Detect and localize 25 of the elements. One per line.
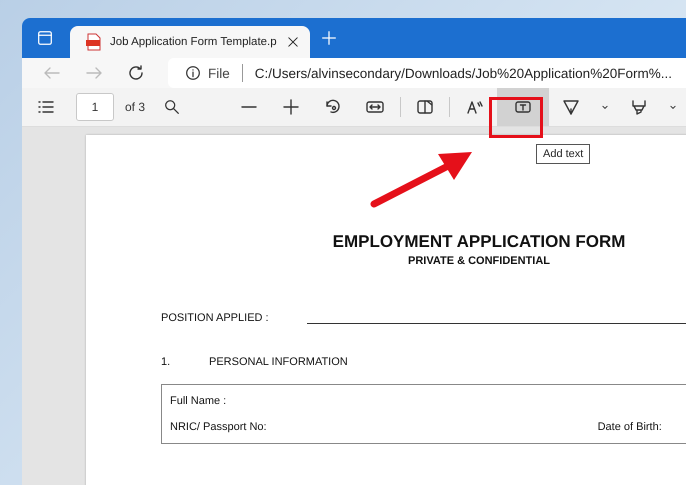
form-subtitle: PRIVATE & CONFIDENTIAL	[407, 255, 551, 267]
field-label: Full Name :	[170, 395, 226, 407]
url-text: C:/Users/alvinsecondary/Downloads/Job%20Application%20Form%...	[254, 66, 672, 80]
page-count: of 3	[125, 100, 146, 114]
page-number-field[interactable]: 1	[76, 93, 114, 121]
section-number: 1.	[161, 356, 172, 368]
minus-icon	[241, 105, 258, 109]
plus-icon	[281, 97, 302, 117]
field-label: Date of Birth:	[598, 421, 662, 433]
tab-title: Job Application Form Template.p	[110, 36, 278, 48]
browser-tab[interactable]: Job Application Form Template.p	[70, 26, 310, 58]
tooltip: Add text	[536, 144, 590, 164]
position-label: POSITION APPLIED :	[161, 312, 269, 324]
scheme-label: File	[208, 66, 230, 80]
highlight-frame	[489, 97, 543, 138]
section-title: PERSONAL INFORMATION	[209, 356, 348, 368]
info-icon	[184, 64, 202, 82]
search-icon	[163, 98, 182, 116]
pdf-file-icon	[86, 33, 102, 51]
form-title: EMPLOYMENT APPLICATION FORM	[332, 232, 626, 252]
close-icon[interactable]	[286, 35, 300, 49]
field-label: NRIC/ Passport No:	[170, 421, 267, 433]
sidebar-icon[interactable]	[36, 29, 54, 47]
address-field[interactable]: File C:/Users/alvinsecondary/Downloads/Job%20Application%20Form%...	[168, 58, 686, 88]
plus-icon[interactable]	[320, 29, 338, 47]
